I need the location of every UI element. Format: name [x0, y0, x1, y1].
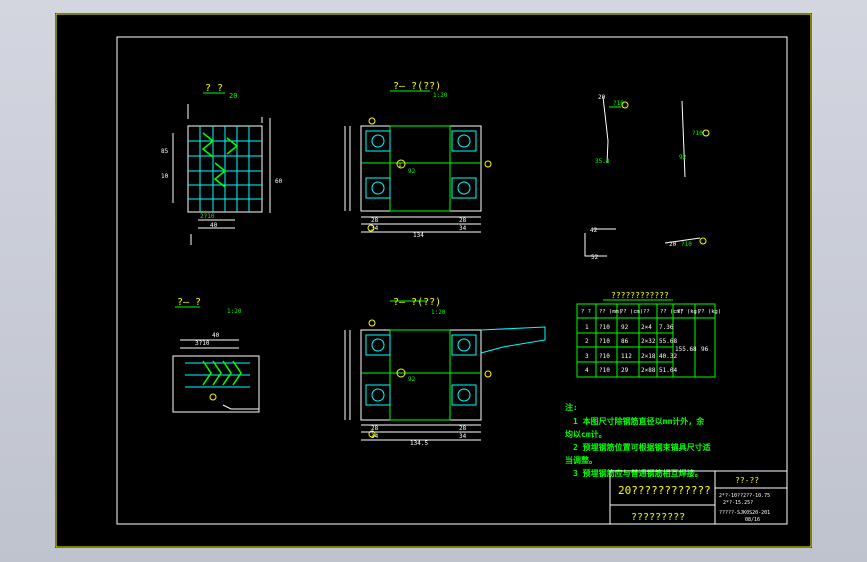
cell-r3-c2: 29: [621, 367, 629, 374]
view-4-elevation: ?— ?(??) 1:20 92 28 34 28 34 134.5: [344, 297, 546, 447]
v2-dim-b: 34: [371, 225, 379, 232]
cell-r1-c2: 86: [621, 338, 629, 345]
v4-dim-c: 28: [459, 425, 467, 432]
cell-r0-c4: 7.36: [659, 324, 674, 331]
cell-r1-c1: ?10: [599, 338, 610, 345]
detail-2-label: ?10: [692, 130, 703, 137]
v4-dim-a: 28: [371, 425, 379, 432]
th-3: ??: [643, 309, 650, 315]
v3-dim-top: 40: [212, 332, 220, 339]
v2-dim-a: 28: [371, 217, 379, 224]
view-2-scale: 1:20: [433, 92, 448, 99]
th-5: ?? (kg): [677, 309, 700, 315]
v4-dim-height: 92: [408, 376, 416, 383]
cell-r3-c3: 2×88: [641, 367, 656, 374]
v4-dim-b: 34: [371, 433, 379, 440]
th-6: ?? (kg): [698, 309, 721, 315]
detail-2-length: 92: [679, 154, 687, 161]
v2-dim-d: 34: [459, 225, 467, 232]
v4-dim-total: 134.5: [410, 440, 428, 447]
view-4-scale: 1:20: [431, 309, 446, 316]
view-1-title: ? ?: [205, 83, 223, 94]
cell-merged-weight: 155.68: [675, 346, 697, 353]
cell-r0-c3: 2×4: [641, 324, 652, 331]
v1-dim-w1: 2?10: [200, 213, 215, 220]
v2-dim-c: 28: [459, 217, 467, 224]
detail-3-a: 42: [590, 227, 598, 234]
view-3-section: ?— ? 1:20 40 3?10: [172, 297, 260, 413]
view-4-cantilever: [480, 326, 546, 354]
cell-r0-c1: ?10: [599, 324, 610, 331]
title-right-top: ??-??: [735, 476, 759, 485]
v1-dim-w2: 40: [210, 222, 218, 229]
v2-dim-height: 92: [408, 168, 416, 175]
rebar-details: ?10 35.8 20 ?10 92 42 52 ?10 20: [584, 94, 710, 261]
cell-r1-c3: 2×32: [641, 338, 656, 345]
notes-block: 注: 1 本图尺寸除钢筋直径以mm计外，余 均以cm计。 2 预埋钢筋位置可根据…: [565, 402, 711, 478]
table-title: ????????????: [611, 291, 669, 300]
cell-r3-c0: 4: [585, 367, 589, 374]
cell-r2-c0: 3: [585, 353, 589, 360]
cell-r2-c2: 112: [621, 353, 632, 360]
view-1-scale: 20: [229, 92, 237, 100]
view-2-elevation: ?— ?(??) 1:20 1 92 28 34 28 34 134: [344, 81, 492, 239]
notes-heading: 注:: [565, 402, 578, 412]
cell-r0-c0: 1: [585, 324, 589, 331]
cell-r2-c3: 2×18: [641, 353, 656, 360]
material-table: ???????????? ? ? ?? (mm) ?? (cm) ?? ?? (…: [576, 291, 721, 378]
title-right-l2: 2*?-15.25?: [723, 500, 753, 506]
detail-4-length: 20: [669, 241, 677, 248]
detail-1-dim: 20: [598, 94, 606, 101]
view-1-section: ? ? 20 2?10 40 85 10 60: [161, 83, 283, 245]
cell-r3-c1: ?10: [599, 367, 610, 374]
svg-text:1: 1: [398, 162, 402, 169]
th-0: ? ?: [581, 309, 591, 315]
th-2: ?? (cm): [620, 309, 643, 315]
view-4-title: ?— ?(??): [393, 297, 441, 308]
title-right-l3: ?????-SJK0S20-201: [719, 510, 770, 516]
view-3-scale: 1:20: [227, 308, 242, 315]
v1-dim-side-c: 60: [275, 178, 283, 185]
note-3: 3 预埋钢筋应与普通钢筋相互焊接。: [573, 468, 703, 478]
cell-merged-total: 96: [701, 346, 709, 353]
v1-dim-side-a: 85: [161, 148, 169, 155]
note-2b: 当调整。: [565, 455, 597, 465]
cell-r2-c1: ?10: [599, 353, 610, 360]
title-sub: ?????????: [631, 512, 685, 523]
detail-3-b: 52: [591, 254, 599, 261]
detail-1-label: ?10: [613, 100, 624, 107]
th-1: ?? (mm): [599, 309, 622, 315]
v2-dim-total: 134: [413, 232, 424, 239]
note-1b: 均以cm计。: [565, 429, 607, 439]
note-1a: 1 本图尺寸除钢筋直径以mm计外，余: [573, 416, 705, 426]
detail-1-length: 35.8: [595, 158, 610, 165]
drawing-sheet: ? ? 20 2?10 40 85 10 60 ?— ?(??) 1:20 1 …: [55, 13, 812, 548]
cad-viewport[interactable]: ? ? 20 2?10 40 85 10 60 ?— ?(??) 1:20 1 …: [0, 0, 867, 562]
title-main: 20????????????: [618, 484, 711, 497]
cell-r1-c0: 2: [585, 338, 589, 345]
cell-r3-c4: 51.04: [659, 367, 677, 374]
title-block: 20???????????? ????????? ??-?? 2*?-10??2…: [609, 470, 788, 525]
note-2a: 2 预埋钢筋位置可根据钢束锚具尺寸适: [573, 442, 711, 452]
v4-dim-d: 34: [459, 433, 467, 440]
view-2-title: ?— ?(??): [393, 81, 441, 92]
cell-r1-c4: 55.68: [659, 338, 677, 345]
drawing-canvas: ? ? 20 2?10 40 85 10 60 ?— ?(??) 1:20 1 …: [55, 13, 812, 548]
view-4-outline: [360, 329, 482, 421]
v1-dim-side-b: 10: [161, 173, 169, 180]
title-right-l4: 08/16: [745, 517, 760, 523]
v3-dim-top2: 3?10: [195, 340, 210, 347]
title-right-l1: 2*?-10??2??-10.75: [719, 493, 770, 499]
view-3-title: ?— ?: [177, 297, 201, 308]
detail-4-label: ?10: [681, 241, 692, 248]
cell-r0-c2: 92: [621, 324, 629, 331]
cell-r2-c4: 40.32: [659, 353, 677, 360]
